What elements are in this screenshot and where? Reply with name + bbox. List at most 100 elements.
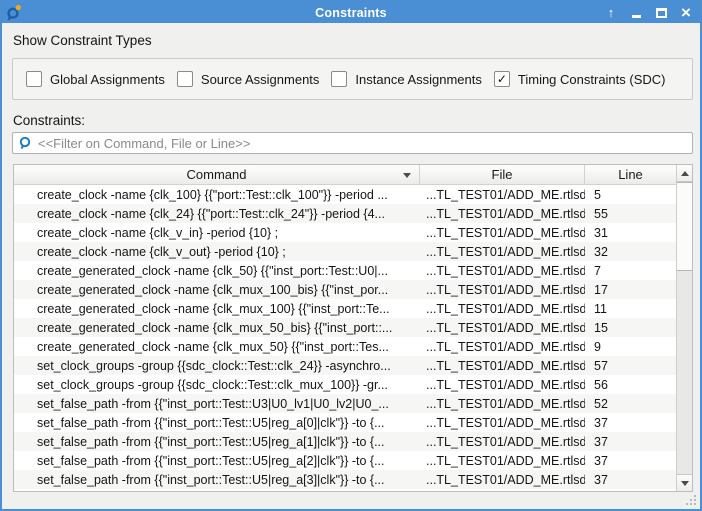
table-row[interactable]: create_clock -name {clk_v_out} -period {…	[14, 242, 676, 261]
cell-file: ...TL_TEST01/ADD_ME.rtlsdc	[420, 397, 585, 411]
cell-line: 37	[585, 416, 676, 430]
checkbox-icon[interactable]: ✓	[494, 71, 510, 87]
cell-file: ...TL_TEST01/ADD_ME.rtlsdc	[420, 264, 585, 278]
cell-command: set_clock_groups -group {{sdc_clock::Tes…	[14, 378, 420, 392]
scroll-down-button[interactable]	[677, 474, 692, 491]
cell-line: 15	[585, 321, 676, 335]
minimize-button[interactable]	[628, 5, 644, 21]
cell-line: 56	[585, 378, 676, 392]
cell-file: ...TL_TEST01/ADD_ME.rtlsdc	[420, 207, 585, 221]
cell-file: ...TL_TEST01/ADD_ME.rtlsdc	[420, 245, 585, 259]
cell-line: 37	[585, 454, 676, 468]
cell-command: create_clock -name {clk_v_in} -period {1…	[14, 226, 420, 240]
cell-command: set_false_path -from {{"inst_port::Test:…	[14, 454, 420, 468]
constraint-types-groupbox: Global Assignments Source Assignments In…	[12, 58, 693, 100]
cell-file: ...TL_TEST01/ADD_ME.rtlsdc	[420, 473, 585, 487]
close-button[interactable]: ×	[678, 5, 694, 21]
table-row[interactable]: set_false_path -from {{"inst_port::Test:…	[14, 432, 676, 451]
cell-line: 5	[585, 188, 676, 202]
cell-command: set_false_path -from {{"inst_port::Test:…	[14, 435, 420, 449]
shade-button[interactable]: ↑	[603, 5, 619, 21]
table-row[interactable]: set_false_path -from {{"inst_port::Test:…	[14, 394, 676, 413]
cell-command: create_clock -name {clk_100} {{"port::Te…	[14, 188, 420, 202]
cell-line: 37	[585, 473, 676, 487]
cell-line: 57	[585, 359, 676, 373]
checkbox-instance-assignments[interactable]: Instance Assignments	[331, 71, 481, 87]
constraints-heading: Constraints:	[13, 113, 85, 128]
cell-line: 37	[585, 435, 676, 449]
cell-file: ...TL_TEST01/ADD_ME.rtlsdc	[420, 302, 585, 316]
filter-input[interactable]	[38, 136, 688, 151]
cell-command: set_clock_groups -group {{sdc_clock::Tes…	[14, 359, 420, 373]
cell-file: ...TL_TEST01/ADD_ME.rtlsdc	[420, 188, 585, 202]
cell-file: ...TL_TEST01/ADD_ME.rtlsdc	[420, 378, 585, 392]
cell-command: create_generated_clock -name {clk_mux_10…	[14, 302, 420, 316]
maximize-button[interactable]	[653, 5, 669, 21]
cell-line: 55	[585, 207, 676, 221]
table-row[interactable]: create_generated_clock -name {clk_mux_10…	[14, 280, 676, 299]
checkbox-global-assignments[interactable]: Global Assignments	[26, 71, 165, 87]
table-row[interactable]: set_false_path -from {{"inst_port::Test:…	[14, 489, 676, 491]
table-row[interactable]: set_clock_groups -group {{sdc_clock::Tes…	[14, 356, 676, 375]
table-row[interactable]: create_clock -name {clk_24} {{"port::Tes…	[14, 204, 676, 223]
scrollbar-track[interactable]	[677, 182, 692, 474]
minimize-icon	[632, 15, 641, 18]
cell-command: set_false_path -from {{"inst_port::Test:…	[14, 416, 420, 430]
table-header: Command File Line	[14, 165, 676, 185]
checkbox-icon[interactable]	[331, 71, 347, 87]
table-row[interactable]: create_generated_clock -name {clk_50} {{…	[14, 261, 676, 280]
vertical-scrollbar[interactable]	[676, 165, 692, 491]
show-constraint-types-heading: Show Constraint Types	[13, 33, 152, 48]
table-row[interactable]: create_clock -name {clk_v_in} -period {1…	[14, 223, 676, 242]
cell-line: 11	[585, 302, 676, 316]
table-row[interactable]: set_false_path -from {{"inst_port::Test:…	[14, 413, 676, 432]
title-bar[interactable]: Constraints ↑ ×	[2, 2, 700, 23]
table-row[interactable]: create_clock -name {clk_100} {{"port::Te…	[14, 185, 676, 204]
cell-line: 17	[585, 283, 676, 297]
cell-command: set_false_path -from {{"inst_port::Test:…	[14, 473, 420, 487]
scrollbar-thumb[interactable]	[677, 182, 692, 271]
cell-command: create_generated_clock -name {clk_50} {{…	[14, 264, 420, 278]
quartus-logo-icon	[4, 4, 22, 22]
cell-file: ...TL_TEST01/ADD_ME.rtlsdc	[420, 321, 585, 335]
cell-file: ...TL_TEST01/ADD_ME.rtlsdc	[420, 226, 585, 240]
table-body: create_clock -name {clk_100} {{"port::Te…	[14, 185, 676, 491]
cell-command: set_false_path -from {{"inst_port::Test:…	[14, 397, 420, 411]
cell-file: ...TL_TEST01/ADD_ME.rtlsdc	[420, 435, 585, 449]
checkbox-label: Instance Assignments	[355, 72, 481, 87]
table-row[interactable]: set_false_path -from {{"inst_port::Test:…	[14, 451, 676, 470]
checkbox-icon[interactable]	[26, 71, 42, 87]
column-header-file[interactable]: File	[420, 165, 585, 184]
checkbox-icon[interactable]	[177, 71, 193, 87]
cell-line: 7	[585, 264, 676, 278]
checkbox-label: Timing Constraints (SDC)	[518, 72, 666, 87]
cell-command: create_generated_clock -name {clk_mux_50…	[14, 340, 420, 354]
table-row[interactable]: create_generated_clock -name {clk_mux_50…	[14, 318, 676, 337]
cell-file: ...TL_TEST01/ADD_ME.rtlsdc	[420, 359, 585, 373]
scroll-up-button[interactable]	[677, 165, 692, 182]
constraints-table: Command File Line create_clock -name {cl…	[13, 164, 693, 492]
cell-line: 31	[585, 226, 676, 240]
table-row[interactable]: set_clock_groups -group {{sdc_clock::Tes…	[14, 375, 676, 394]
window-title: Constraints	[2, 6, 700, 20]
cell-line: 32	[585, 245, 676, 259]
cell-command: create_clock -name {clk_v_out} -period {…	[14, 245, 420, 259]
resize-grip[interactable]	[684, 493, 697, 506]
cell-file: ...TL_TEST01/ADD_ME.rtlsdc	[420, 283, 585, 297]
cell-command: create_generated_clock -name {clk_mux_50…	[14, 321, 420, 335]
checkbox-source-assignments[interactable]: Source Assignments	[177, 71, 320, 87]
cell-file: ...TL_TEST01/ADD_ME.rtlsdc	[420, 340, 585, 354]
sort-descending-icon	[403, 173, 411, 178]
checkbox-label: Source Assignments	[201, 72, 320, 87]
table-row[interactable]: create_generated_clock -name {clk_mux_10…	[14, 299, 676, 318]
filter-box	[12, 132, 693, 154]
search-icon	[18, 136, 33, 151]
cell-command: create_clock -name {clk_24} {{"port::Tes…	[14, 207, 420, 221]
column-header-command[interactable]: Command	[14, 165, 420, 184]
cell-command: create_generated_clock -name {clk_mux_10…	[14, 283, 420, 297]
column-header-line[interactable]: Line	[585, 165, 676, 184]
table-row[interactable]: set_false_path -from {{"inst_port::Test:…	[14, 470, 676, 489]
maximize-icon	[656, 8, 667, 18]
checkbox-timing-constraints-sdc[interactable]: ✓ Timing Constraints (SDC)	[494, 71, 666, 87]
table-row[interactable]: create_generated_clock -name {clk_mux_50…	[14, 337, 676, 356]
